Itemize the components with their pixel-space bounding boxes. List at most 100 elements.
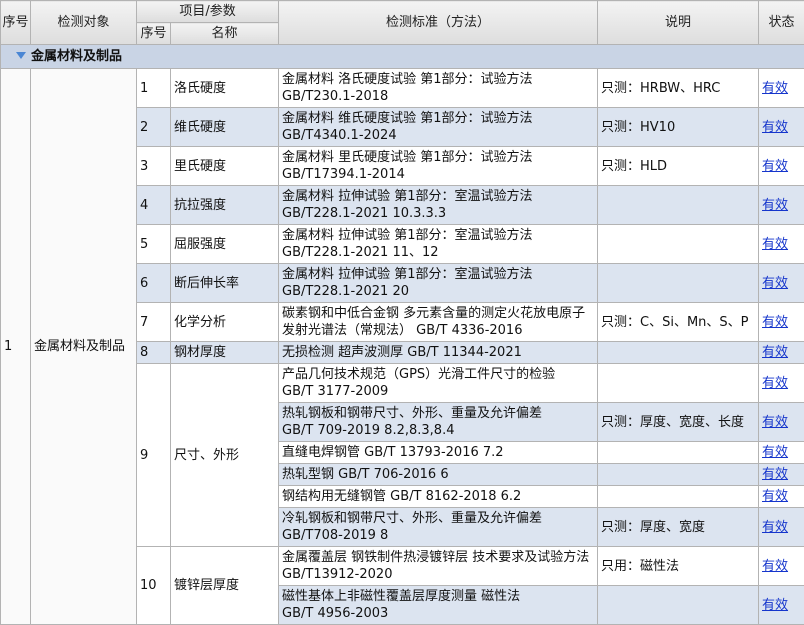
standard-cell: 金属材料 维氏硬度试验 第1部分：试验方法 GB/T4340.1-2024 — [278, 107, 599, 147]
standard-name: 热轧型钢 — [282, 467, 335, 482]
note-cell — [597, 263, 760, 303]
note-cell: 只用：磁性法 — [597, 546, 760, 586]
standard-name: 直缝电焊钢管 — [282, 445, 361, 460]
status-link[interactable]: 有效 — [762, 81, 788, 96]
item-name-cell: 屈服强度 — [169, 224, 280, 264]
header-standard: 检测标准（方法） — [278, 0, 599, 45]
status-link[interactable]: 有效 — [762, 415, 788, 430]
status-link[interactable]: 有效 — [762, 467, 788, 482]
header-object-name: 检测对象 — [30, 0, 137, 45]
standard-cell: 冷轧钢板和钢带尺寸、外形、重量及允许偏差 GB/T708-2019 8 — [278, 507, 599, 547]
status-link[interactable]: 有效 — [762, 198, 788, 213]
standard-cell: 无损检测 超声波测厚 GB/T 11344-2021 — [278, 341, 599, 364]
note-cell: 只测：HLD — [597, 146, 760, 186]
item-index-cell: 6 — [136, 263, 171, 303]
item-name-cell: 钢材厚度 — [169, 341, 280, 364]
standard-code: GB/T 13793-2016 7.2 — [364, 445, 504, 460]
note-cell: 只测：C、Si、Mn、S、P — [597, 302, 760, 342]
status-link[interactable]: 有效 — [762, 345, 788, 360]
standard-code: GB/T 4956-2003 — [282, 606, 389, 621]
standard-code: GB/T4340.1-2024 — [282, 128, 397, 143]
standard-name: 磁性基体上非磁性覆盖层厚度测量 磁性法 — [282, 589, 521, 604]
group-row[interactable]: 金属材料及制品 — [0, 44, 804, 69]
standard-code: GB/T 3177-2009 — [282, 384, 389, 399]
standard-cell: 金属材料 洛氏硬度试验 第1部分：试验方法 GB/T230.1-2018 — [278, 68, 599, 108]
header-item-group: 项目/参数 — [135, 0, 280, 23]
qualification-table-page: 序号 检测对象 项目/参数 检测标准（方法） 说明 状态 序号 名称 金属材料及… — [0, 0, 804, 625]
item-name-cell: 化学分析 — [169, 302, 280, 342]
standard-cell: 金属材料 里氏硬度试验 第1部分：试验方法 GB/T17394.1-2014 — [278, 146, 599, 186]
standard-cell: 产品几何技术规范（GPS）光滑工件尺寸的检验 GB/T 3177-2009 — [278, 363, 599, 403]
note-cell — [597, 185, 760, 225]
standard-name: 金属材料 拉伸试验 第1部分：室温试验方法 — [282, 189, 533, 204]
object-index-cell: 1 — [0, 68, 31, 625]
status-cell: 有效 — [758, 146, 804, 186]
status-cell: 有效 — [758, 68, 804, 108]
standard-name: 钢结构用无缝钢管 — [282, 489, 387, 504]
status-link[interactable]: 有效 — [762, 559, 788, 574]
status-link[interactable]: 有效 — [762, 159, 788, 174]
standard-code: GB/T228.1-2021 20 — [282, 284, 409, 299]
note-cell: 只测：厚度、宽度 — [597, 507, 760, 547]
table-header: 序号 检测对象 项目/参数 检测标准（方法） 说明 状态 序号 名称 — [0, 0, 804, 45]
standard-code: GB/T230.1-2018 — [282, 89, 389, 104]
header-item-name: 名称 — [169, 22, 280, 45]
standard-name: 金属覆盖层 钢铁制件热浸镀锌层 技术要求及试验方法 — [282, 550, 590, 565]
standard-code: GB/T 11344-2021 — [407, 345, 522, 360]
status-link[interactable]: 有效 — [762, 315, 788, 330]
header-status: 状态 — [758, 0, 804, 45]
item-name-cell: 里氏硬度 — [169, 146, 280, 186]
object-name-cell: 金属材料及制品 — [30, 68, 137, 625]
triangle-down-icon[interactable] — [16, 52, 26, 59]
item-index-cell: 5 — [136, 224, 171, 264]
standard-name: 无损检测 超声波测厚 — [282, 345, 404, 360]
standard-name: 金属材料 维氏硬度试验 第1部分：试验方法 — [282, 111, 533, 126]
status-link[interactable]: 有效 — [762, 237, 788, 252]
item-index-cell: 3 — [136, 146, 171, 186]
standard-cell: 热轧钢板和钢带尺寸、外形、重量及允许偏差 GB/T 709-2019 8.2,8… — [278, 402, 599, 442]
status-cell: 有效 — [758, 224, 804, 264]
note-cell: 只测：HV10 — [597, 107, 760, 147]
standard-name: 金属材料 洛氏硬度试验 第1部分：试验方法 — [282, 72, 533, 87]
standard-cell: 金属材料 拉伸试验 第1部分：室温试验方法 GB/T228.1-2021 20 — [278, 263, 599, 303]
status-cell: 有效 — [758, 263, 804, 303]
standard-cell: 钢结构用无缝钢管 GB/T 8162-2018 6.2 — [278, 485, 599, 508]
table-row: 1 金属材料及制品 1 洛氏硬度 金属材料 洛氏硬度试验 第1部分：试验方法 G… — [0, 68, 804, 625]
note-cell — [597, 463, 760, 486]
note-cell: 只测：厚度、宽度、长度 — [597, 402, 760, 442]
status-link[interactable]: 有效 — [762, 489, 788, 504]
item-name-cell: 维氏硬度 — [169, 107, 280, 147]
note-cell — [597, 363, 760, 403]
standard-name: 产品几何技术规范（GPS）光滑工件尺寸的检验 — [282, 367, 556, 382]
group-header-cell[interactable]: 金属材料及制品 — [0, 44, 804, 69]
item-index-cell: 8 — [136, 341, 171, 364]
status-cell: 有效 — [758, 341, 804, 364]
standard-name: 金属材料 里氏硬度试验 第1部分：试验方法 — [282, 150, 533, 165]
status-link[interactable]: 有效 — [762, 376, 788, 391]
status-link[interactable]: 有效 — [762, 120, 788, 135]
standard-cell: 金属覆盖层 钢铁制件热浸镀锌层 技术要求及试验方法 GB/T13912-2020 — [278, 546, 599, 586]
item-name-cell: 尺寸、外形 — [169, 363, 280, 547]
status-cell: 有效 — [758, 585, 804, 625]
header-item-index: 序号 — [136, 22, 171, 45]
status-link[interactable]: 有效 — [762, 276, 788, 291]
status-cell: 有效 — [758, 507, 804, 547]
status-link[interactable]: 有效 — [762, 520, 788, 535]
header-note: 说明 — [597, 0, 760, 45]
item-index-cell: 1 — [136, 68, 171, 108]
table-body: 金属材料及制品 1 金属材料及制品 1 洛氏硬度 金属材料 洛氏硬度试验 第1部… — [0, 44, 804, 625]
item-index-cell: 2 — [136, 107, 171, 147]
note-cell — [597, 441, 760, 464]
standard-code: GB/T13912-2020 — [282, 567, 393, 582]
status-cell: 有效 — [758, 363, 804, 403]
standard-cell: 直缝电焊钢管 GB/T 13793-2016 7.2 — [278, 441, 599, 464]
standard-name: 冷轧钢板和钢带尺寸、外形、重量及允许偏差 — [282, 511, 543, 526]
header-row: 序号 检测对象 项目/参数 检测标准（方法） 说明 状态 — [0, 0, 804, 45]
item-name-cell: 洛氏硬度 — [169, 68, 280, 108]
status-link[interactable]: 有效 — [762, 598, 788, 613]
standard-name: 金属材料 拉伸试验 第1部分：室温试验方法 — [282, 267, 533, 282]
status-link[interactable]: 有效 — [762, 445, 788, 460]
status-cell: 有效 — [758, 302, 804, 342]
note-cell — [597, 485, 760, 508]
note-cell — [597, 224, 760, 264]
